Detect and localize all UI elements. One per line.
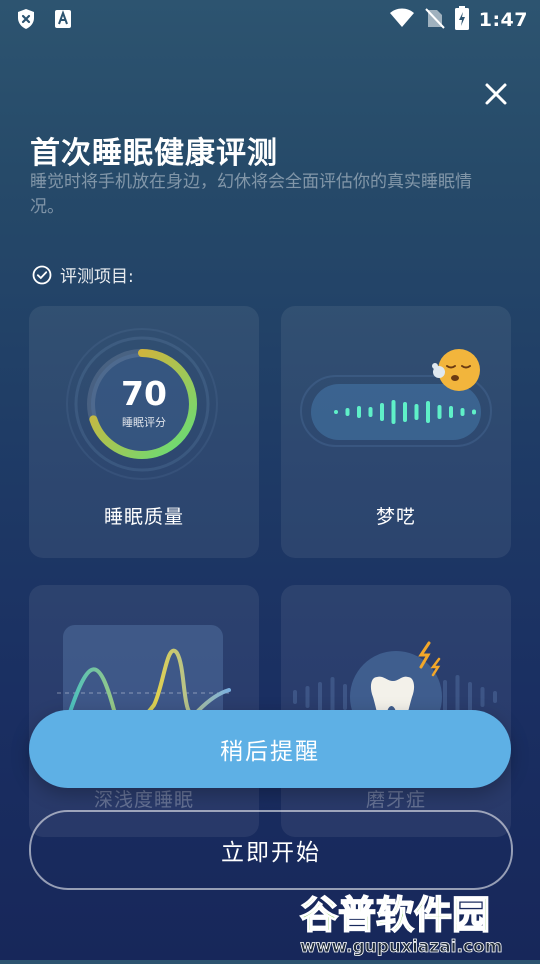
wave-bar: [449, 406, 453, 418]
wave-bar: [414, 404, 419, 420]
bg-bar: [293, 690, 297, 704]
page-title: 首次睡眠健康评测: [30, 136, 278, 171]
wave-bar: [357, 406, 361, 418]
shield-x-icon: [16, 8, 36, 34]
check-circle-icon: [32, 265, 52, 284]
battery-charging-icon: [454, 6, 469, 34]
card-label-sleep-depth: 深浅度睡眠: [93, 789, 194, 811]
card-label-sleep-talking: 梦呓: [375, 506, 416, 528]
sleep-score-caption: 睡眠评分: [122, 416, 166, 429]
wave-bar: [460, 408, 465, 416]
watermark: 谷普软件园 www.gupuxiazai.com: [296, 878, 540, 960]
page-subtitle: 睡觉时将手机放在身边，幻休将会全面评估你的真实睡眠情况。: [30, 172, 472, 217]
wave-bar: [472, 409, 476, 415]
bg-bar: [343, 684, 347, 710]
bg-bar: [305, 686, 310, 708]
bg-bar: [480, 687, 485, 707]
wave-bar: [334, 410, 338, 414]
card-label-bruxism: 磨牙症: [365, 789, 426, 811]
card-sleep-talking: 梦呓: [281, 306, 511, 558]
status-time: 1:47: [478, 9, 528, 31]
wave-bar: [403, 402, 407, 422]
wave-bar: [437, 405, 442, 419]
wifi-icon: [389, 8, 415, 32]
sleep-talk-wave: [300, 375, 492, 447]
card-label-sleep-quality: 睡眠质量: [103, 506, 184, 528]
watermark-url: www.gupuxiazai.com: [300, 937, 502, 957]
close-button[interactable]: [480, 78, 512, 110]
sleep-score-value: 70: [121, 374, 167, 413]
wave-bar: [345, 408, 350, 416]
section-label: 评测项目:: [60, 267, 134, 287]
wave-bar: [391, 400, 396, 424]
sleeping-face-icon: [432, 349, 480, 391]
assessment-items-heading: 评测项目:: [32, 262, 134, 287]
card-sleep-quality: 70 睡眠评分 睡眠质量: [29, 306, 259, 558]
close-icon: [485, 83, 507, 105]
bg-bar: [468, 682, 472, 712]
wave-bar: [426, 401, 430, 423]
font-a-icon: [54, 9, 72, 33]
status-bar: 1:47: [0, 0, 540, 36]
no-sim-icon: [425, 7, 445, 33]
bg-bar: [443, 680, 447, 714]
wave-bar: [368, 407, 373, 417]
watermark-brand: 谷普软件园: [300, 893, 490, 937]
wave-bar: [380, 403, 384, 421]
bg-bar: [318, 682, 322, 712]
remind-later-button[interactable]: 稍后提醒: [29, 710, 511, 788]
bg-bar: [493, 691, 497, 703]
